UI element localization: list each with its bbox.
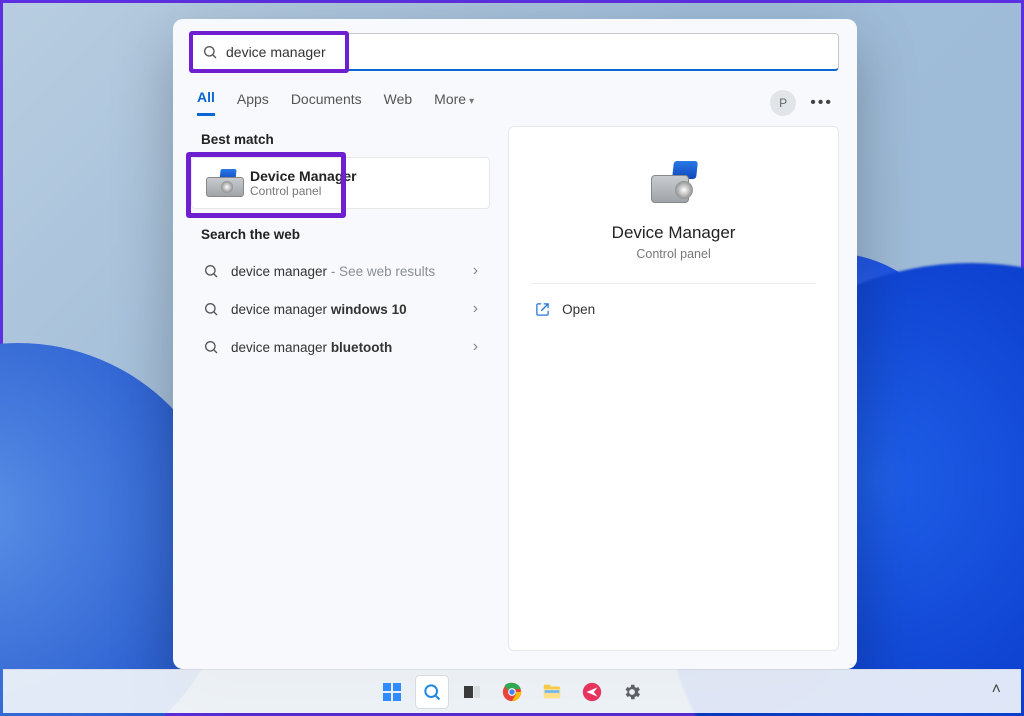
search-icon xyxy=(202,44,218,60)
taskbar-search-button[interactable] xyxy=(415,675,449,709)
taskbar-chrome-button[interactable] xyxy=(495,675,529,709)
chevron-down-icon: ▾ xyxy=(469,96,474,107)
search-value: device manager xyxy=(226,44,326,60)
chevron-right-icon: › xyxy=(473,338,478,356)
web-suggestion[interactable]: device manager - See web results › xyxy=(191,252,490,290)
taskbar-start-button[interactable] xyxy=(375,675,409,709)
web-suggestion[interactable]: device manager bluetooth › xyxy=(191,328,490,366)
scope-documents[interactable]: Documents xyxy=(291,91,362,115)
gear-icon xyxy=(622,682,642,702)
open-label: Open xyxy=(562,302,595,317)
divider xyxy=(531,283,816,284)
search-input[interactable]: device manager xyxy=(191,33,839,71)
best-match-result[interactable]: Device Manager Control panel xyxy=(191,157,490,209)
device-manager-icon xyxy=(647,161,701,205)
taskbar-settings-button[interactable] xyxy=(615,675,649,709)
best-match-heading: Best match xyxy=(201,132,480,147)
taskbar-file-explorer-button[interactable] xyxy=(535,675,569,709)
best-match-title: Device Manager xyxy=(250,168,357,184)
scope-web[interactable]: Web xyxy=(384,91,413,115)
more-options-button[interactable]: ••• xyxy=(810,94,833,112)
user-avatar[interactable]: P xyxy=(770,90,796,116)
details-subtitle: Control panel xyxy=(636,247,710,261)
tray-expand-icon[interactable]: ˄ xyxy=(992,681,1001,699)
chevron-right-icon: › xyxy=(473,300,478,318)
scope-more[interactable]: More▾ xyxy=(434,91,474,115)
device-manager-icon xyxy=(204,169,238,197)
search-icon xyxy=(203,263,219,279)
search-icon xyxy=(203,301,219,317)
taskbar-taskview-button[interactable] xyxy=(455,675,489,709)
web-suggestion[interactable]: device manager windows 10 › xyxy=(191,290,490,328)
search-scope-row: All Apps Documents Web More▾ P ••• xyxy=(173,71,857,126)
taskbar-app-button[interactable] xyxy=(575,675,609,709)
web-suggestion-text: device manager bluetooth xyxy=(231,340,392,355)
best-match-subtitle: Control panel xyxy=(250,184,357,198)
open-icon xyxy=(535,302,550,317)
task-view-icon xyxy=(462,682,482,702)
web-suggestion-text: device manager windows 10 xyxy=(231,302,407,317)
search-icon xyxy=(422,682,442,702)
open-action[interactable]: Open xyxy=(531,294,599,325)
scope-apps[interactable]: Apps xyxy=(237,91,269,115)
chrome-icon xyxy=(501,681,523,703)
web-suggestion-text: device manager - See web results xyxy=(231,264,435,279)
file-explorer-icon xyxy=(541,681,563,703)
search-web-heading: Search the web xyxy=(201,227,480,242)
send-icon xyxy=(581,681,603,703)
search-panel: device manager All Apps Documents Web Mo… xyxy=(173,19,857,669)
taskbar xyxy=(3,669,1021,713)
chevron-right-icon: › xyxy=(473,262,478,280)
details-title: Device Manager xyxy=(612,223,736,243)
windows-start-icon xyxy=(382,682,402,702)
details-pane: Device Manager Control panel Open xyxy=(508,126,839,651)
scope-all[interactable]: All xyxy=(197,89,215,116)
search-icon xyxy=(203,339,219,355)
